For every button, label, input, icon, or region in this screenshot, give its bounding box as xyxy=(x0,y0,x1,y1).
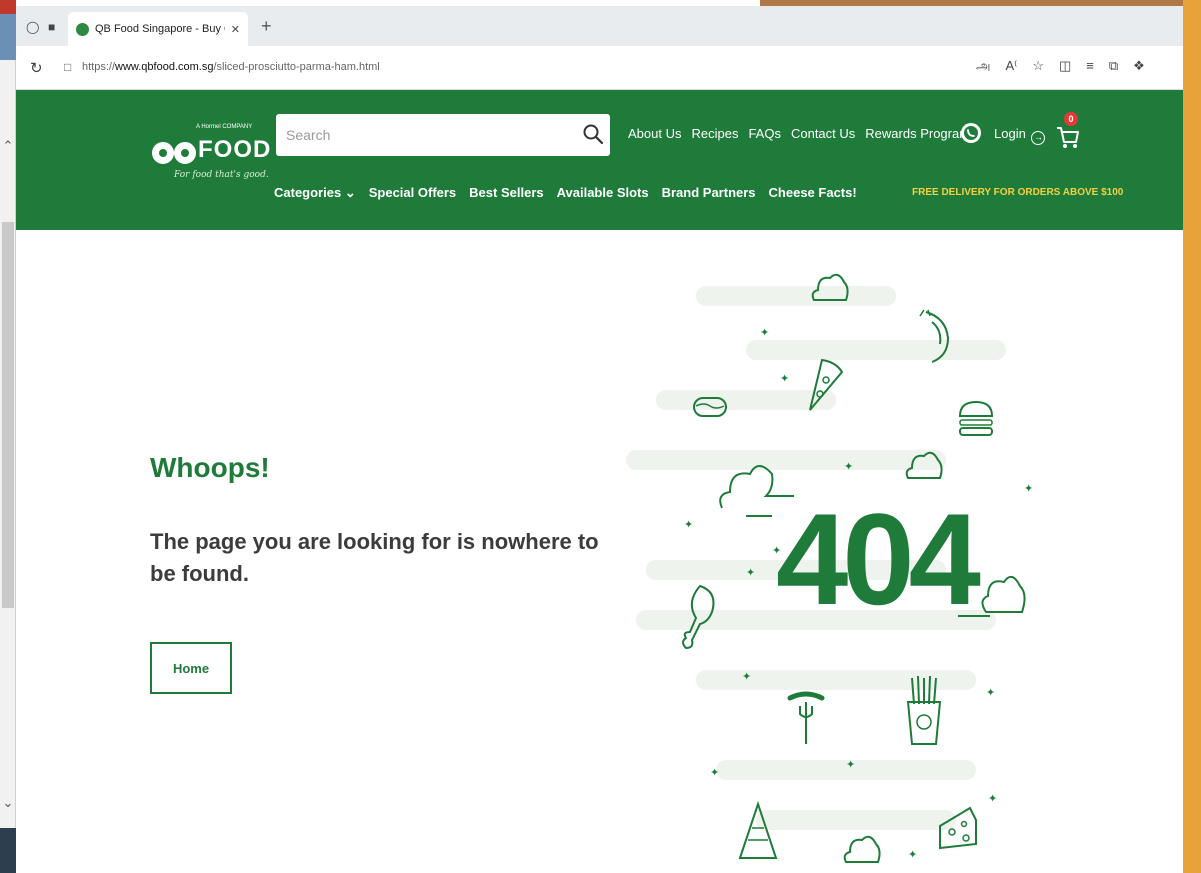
tab-actions-icon[interactable]: ■ xyxy=(48,21,60,33)
cart-button[interactable]: 0 xyxy=(1054,112,1082,150)
sparkle-icon: ✦ xyxy=(986,687,996,699)
tab-title: QB Food Singapore - Buy Quality xyxy=(95,23,225,35)
favicon-icon xyxy=(76,22,89,36)
url-scheme: https:// xyxy=(82,61,116,73)
sparkle-icon: ✦ xyxy=(772,545,782,557)
bg-streak xyxy=(696,286,896,306)
sparkle-icon: ✦ xyxy=(958,565,968,577)
sausage-fork-icon xyxy=(787,691,825,744)
lock-icon[interactable]: □ xyxy=(64,60,71,74)
desktop-background-strip xyxy=(1183,0,1201,873)
error-heading: Whoops! xyxy=(150,452,270,483)
search-icon[interactable] xyxy=(582,123,604,145)
nav-faqs[interactable]: FAQs xyxy=(748,126,781,141)
nav-cheese-facts[interactable]: Cheese Facts! xyxy=(769,185,857,201)
whatsapp-icon[interactable] xyxy=(960,122,982,144)
workspaces-icon[interactable]: ◯ xyxy=(26,21,39,33)
login-icon: → xyxy=(1031,131,1046,145)
favorites-list-icon[interactable]: ≡ xyxy=(1086,58,1094,75)
chevron-down-icon[interactable]: ⌄ xyxy=(2,795,14,811)
404-illustration: 404 ✦ ✦ ✦ ✦ ✦ ✦ ✦ ✦ ✦ ✦ ✦ ✦ ✦ ✦ xyxy=(596,230,1076,873)
sparkle-icon: ✦ xyxy=(846,759,856,771)
browser-toolbar: அ A⁽ ☆ ◫ ≡ ⧉ ❖ xyxy=(976,58,1145,75)
sparkle-icon: ✦ xyxy=(1024,483,1034,495)
login-link[interactable]: Login → xyxy=(994,126,1046,145)
qb-food-logo[interactable]: A Hormel COMPANY FOOD For food that's go… xyxy=(152,116,270,186)
address-bar: ↻ □ https://www.qbfood.com.sg/sliced-pro… xyxy=(16,46,1183,90)
sparkle-icon: ✦ xyxy=(844,461,854,473)
nav-rewards-program[interactable]: Rewards Program xyxy=(865,126,970,141)
drumstick-icon xyxy=(682,584,715,650)
sub-nav: Categories ⌄ Special Offers Best Sellers… xyxy=(274,185,857,201)
burger-icon xyxy=(958,400,994,436)
favorite-star-icon[interactable]: ☆ xyxy=(1032,58,1044,75)
close-tab-icon[interactable]: ✕ xyxy=(231,23,240,36)
browser-tab-bar: ◯ ■ QB Food Singapore - Buy Quality ✕ + xyxy=(16,6,1183,46)
hotdog-icon xyxy=(693,397,727,417)
nav-recipes[interactable]: Recipes xyxy=(691,126,738,141)
nav-categories-label: Categories xyxy=(274,185,342,200)
logo-tagline: For food that's good. xyxy=(174,170,269,180)
side-app-icon xyxy=(0,0,16,60)
chevron-down-icon: ⌄ xyxy=(344,185,356,200)
cheese-icon xyxy=(939,806,977,850)
chevron-up-icon[interactable]: ⌃ xyxy=(2,138,14,154)
error-message: The page you are looking for is nowhere … xyxy=(150,529,599,586)
nav-available-slots[interactable]: Available Slots xyxy=(557,185,649,201)
cloud-icon xyxy=(811,273,849,301)
bg-streak xyxy=(746,340,1006,360)
nav-special-offers[interactable]: Special Offers xyxy=(369,185,456,201)
nav-contact-us[interactable]: Contact Us xyxy=(791,126,855,141)
cloud-icon xyxy=(905,451,943,479)
cloud-icon xyxy=(843,835,881,863)
logo-text: FOOD xyxy=(198,136,272,163)
logo-company-line: A Hormel COMPANY xyxy=(196,124,253,130)
nav-categories[interactable]: Categories ⌄ xyxy=(274,185,356,201)
login-label: Login xyxy=(994,126,1026,141)
free-delivery-banner: FREE DELIVERY FOR ORDERS ABOVE $100 xyxy=(912,187,1124,198)
side-window-strip: ⌃ ⌄ xyxy=(0,0,16,873)
sandwich-icon xyxy=(738,800,778,859)
cart-count-badge: 0 xyxy=(1064,112,1078,126)
translate-icon[interactable]: அ xyxy=(976,58,990,75)
collections-icon[interactable]: ⧉ xyxy=(1109,58,1118,75)
url-field[interactable]: https://www.qbfood.com.sg/sliced-prosciu… xyxy=(82,61,380,73)
home-button[interactable]: Home xyxy=(150,642,232,694)
main-content: Whoops! The page you are looking for is … xyxy=(16,230,1183,873)
new-tab-button[interactable]: + xyxy=(261,16,272,37)
nav-about-us[interactable]: About Us xyxy=(628,126,681,141)
sparkle-icon: ✦ xyxy=(908,849,918,861)
url-host: www.qbfood.com.sg xyxy=(115,61,214,73)
browser-tab[interactable]: QB Food Singapore - Buy Quality ✕ xyxy=(68,12,248,46)
nav-brand-partners[interactable]: Brand Partners xyxy=(662,185,756,201)
sparkle-icon: ✦ xyxy=(742,671,752,683)
split-screen-icon[interactable]: ◫ xyxy=(1059,58,1071,75)
sparkle-icon: ✦ xyxy=(684,519,694,531)
pizza-icon xyxy=(809,358,844,411)
read-aloud-icon[interactable]: A⁽ xyxy=(1005,58,1017,75)
site-header: A Hormel COMPANY FOOD For food that's go… xyxy=(16,90,1183,230)
sparkle-icon: ✦ xyxy=(760,327,770,339)
sparkle-icon: ✦ xyxy=(988,793,998,805)
sparkle-icon: ✦ xyxy=(710,767,720,779)
fries-icon xyxy=(906,675,942,745)
reload-icon[interactable]: ↻ xyxy=(30,59,43,77)
cloud-icon xyxy=(719,465,794,517)
nav-best-sellers[interactable]: Best Sellers xyxy=(469,185,543,201)
url-path: /sliced-prosciutto-parma-ham.html xyxy=(213,61,380,73)
sparkle-icon: ✦ xyxy=(746,567,756,579)
sparkle-icon: ✦ xyxy=(780,373,790,385)
search-input[interactable] xyxy=(276,114,576,156)
side-scrollbar[interactable] xyxy=(2,222,14,608)
logo-mark xyxy=(152,140,198,172)
shrimp-icon xyxy=(919,309,950,363)
side-app-thumbnail xyxy=(0,828,16,873)
search-box xyxy=(276,114,610,156)
extensions-icon[interactable]: ❖ xyxy=(1133,58,1145,75)
top-nav: About Us Recipes FAQs Contact Us Rewards… xyxy=(628,126,970,141)
